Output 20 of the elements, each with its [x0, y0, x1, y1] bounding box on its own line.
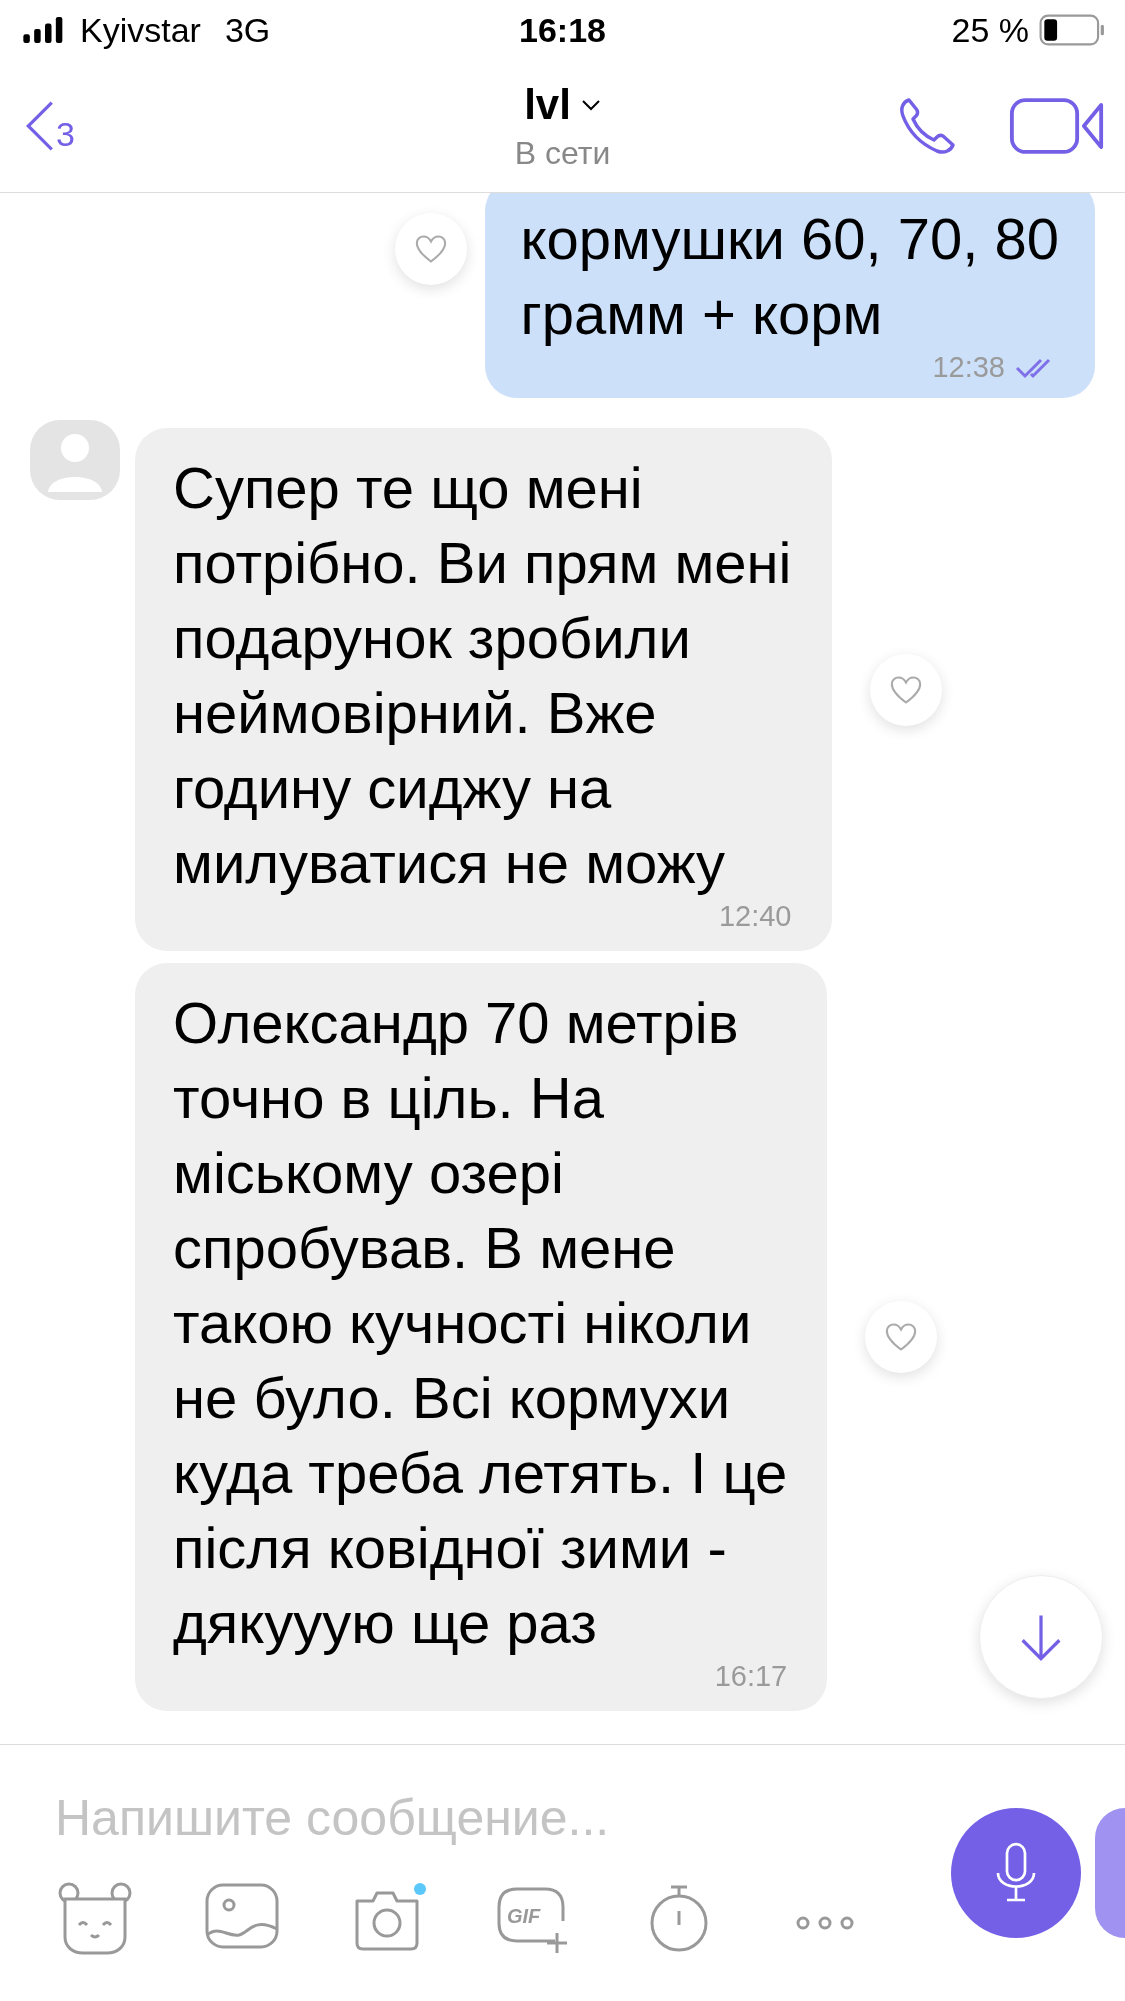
heart-icon: [413, 234, 448, 264]
message-text: Олександр 70 метрів точно в ціль. На міському озері спробував. В мене такою кучності ніколи не було. Всі кормухи куда треба летять. І це після ковідної зими - дякууую ще раз: [173, 989, 788, 1657]
carrier-name: Kyivstar: [80, 10, 201, 50]
message-text: Супер те що мені потрібно. Ви прям мені подарунок зробили неймовірний. Вже годину сиджу на милуватися не можу: [173, 454, 792, 897]
battery-percent: 25 %: [951, 10, 1029, 50]
message-field[interactable]: Напишите сообщение...: [55, 1789, 755, 1847]
battery-icon: [1039, 14, 1105, 46]
message-text: кормушки 60, 70, 80 грамм + корм: [520, 205, 1059, 348]
caret-icon: [580, 98, 601, 111]
heart-icon: [884, 1322, 919, 1352]
online-status: В сети: [514, 134, 611, 172]
network-type: 3G: [224, 10, 271, 50]
message-time: 16:17: [714, 1660, 788, 1693]
back-button[interactable]: 3: [20, 98, 250, 154]
message-time: 12:38: [932, 351, 1005, 384]
heart-icon: [888, 674, 923, 705]
secondary-button[interactable]: [1095, 1808, 1125, 1938]
contact-name[interactable]: lvl: [524, 80, 601, 129]
message-time: 12:40: [718, 900, 792, 933]
clock: 16:18: [519, 10, 606, 50]
